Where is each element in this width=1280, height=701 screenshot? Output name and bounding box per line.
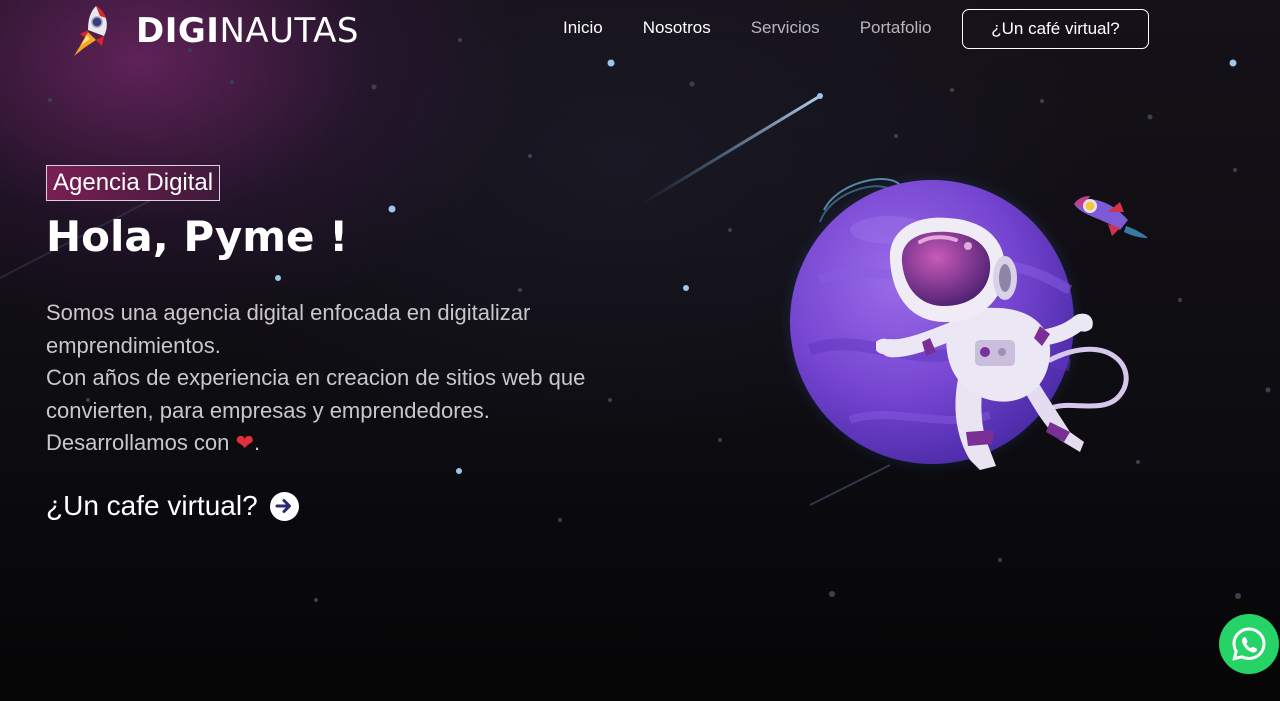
- description-line: Con años de experiencia en creacion de s…: [46, 365, 586, 423]
- hero-cta-label: ¿Un cafe virtual?: [46, 490, 258, 521]
- nav-item-inicio[interactable]: Inicio: [563, 18, 603, 38]
- agency-badge: Agencia Digital: [46, 165, 221, 201]
- description-line-final: Desarrollamos con ❤.: [46, 427, 686, 460]
- landing-page: DIGINAUTAS Inicio Nosotros Servicios Por…: [0, 0, 1280, 701]
- description-end: .: [253, 430, 261, 455]
- brand-name-light: NAUTAS: [219, 11, 359, 51]
- nav-item-portafolio[interactable]: Portafolio: [860, 18, 932, 38]
- hero-cta-link[interactable]: ¿Un cafe virtual?: [46, 490, 299, 522]
- nav-item-nosotros[interactable]: Nosotros: [643, 18, 711, 38]
- nav-item-servicios[interactable]: Servicios: [751, 18, 820, 38]
- heart-icon: ❤: [235, 430, 254, 455]
- rocket-icon: [1074, 196, 1148, 238]
- rocket-icon: [74, 6, 107, 56]
- brand-logo[interactable]: DIGINAUTAS: [66, 2, 359, 60]
- whatsapp-button[interactable]: [1219, 614, 1279, 674]
- main-nav: Inicio Nosotros Servicios Portafolio: [563, 18, 972, 38]
- description-line: Desarrollamos con: [46, 430, 230, 455]
- cafe-virtual-button[interactable]: ¿Un café virtual?: [962, 9, 1149, 49]
- arrow-right-circle-icon: [269, 491, 299, 521]
- hero-description: Somos una agencia digital enfocada en di…: [46, 297, 686, 460]
- brand-name-bold: DIGI: [136, 11, 220, 51]
- whatsapp-icon: [1232, 627, 1266, 661]
- hero-headline: Hola, Pyme !: [46, 212, 349, 261]
- brand-wordmark: DIGINAUTAS: [136, 14, 359, 48]
- description-line: Somos una agencia digital enfocada en di…: [46, 300, 531, 358]
